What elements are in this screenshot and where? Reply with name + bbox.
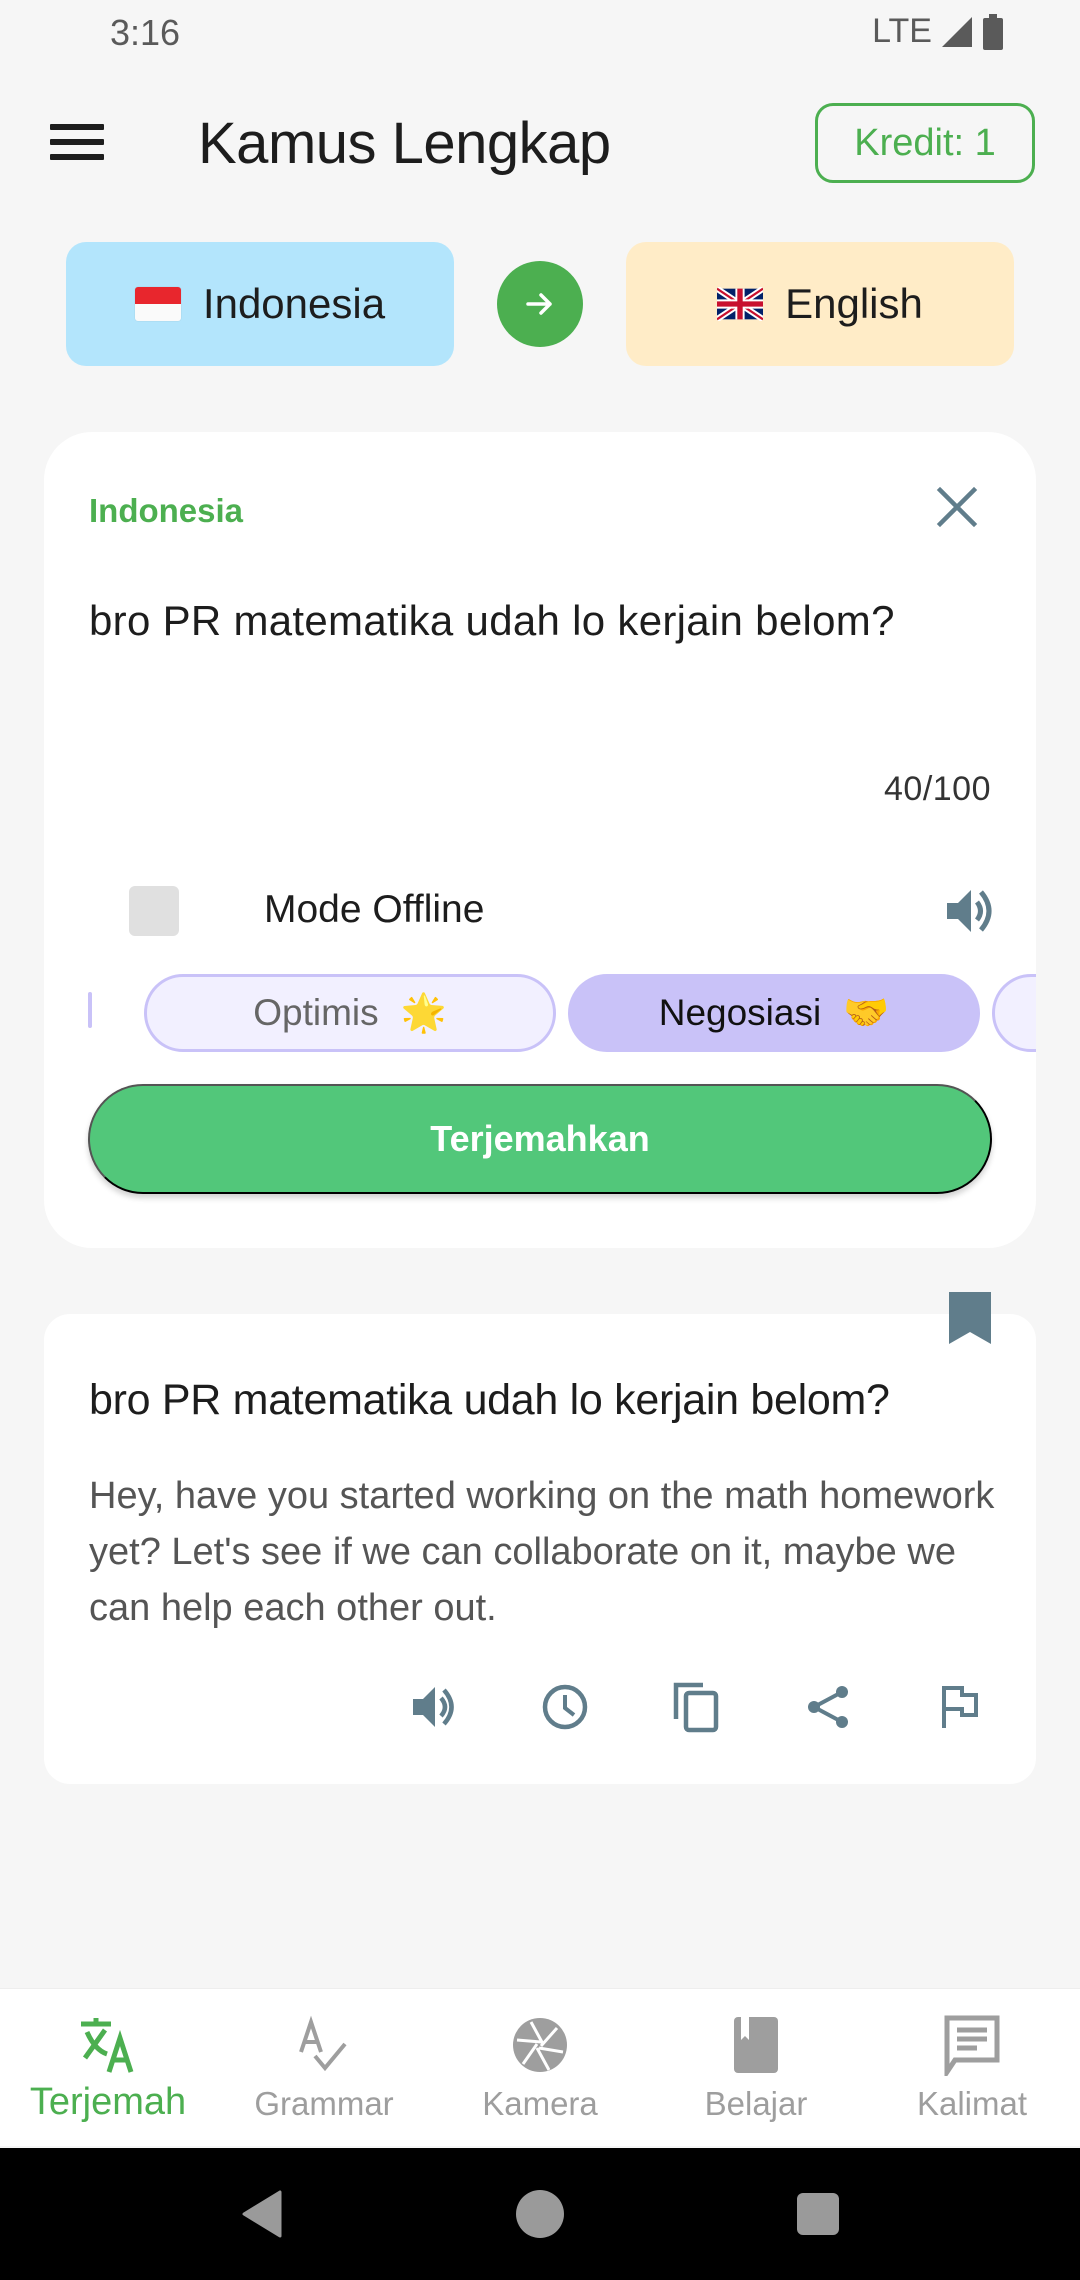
translate-button[interactable]: Terjemahkan xyxy=(88,1084,992,1194)
status-time: 3:16 xyxy=(110,12,181,53)
tone-chip-row: Optimis 🌟 Negosiasi 🤝 xyxy=(88,970,1036,1054)
nav-item-terjemah[interactable]: Terjemah xyxy=(0,1989,216,2147)
speaker-icon[interactable] xyxy=(941,882,999,940)
nav-label: Grammar xyxy=(254,2085,394,2122)
offline-mode-row: Mode Offline xyxy=(129,880,1009,940)
home-circle-icon xyxy=(516,2190,564,2238)
source-language-heading: Indonesia xyxy=(89,492,244,529)
language-selector: Indonesia English xyxy=(0,242,1080,366)
source-language-label: Indonesia xyxy=(202,280,386,327)
speaker-icon[interactable] xyxy=(406,1679,462,1735)
indonesia-flag-icon xyxy=(134,287,181,321)
history-icon[interactable] xyxy=(537,1679,593,1735)
share-icon[interactable] xyxy=(801,1679,857,1735)
copy-icon[interactable] xyxy=(669,1679,725,1735)
nav-label: Belajar xyxy=(704,2085,808,2122)
close-icon[interactable] xyxy=(934,484,980,530)
tone-chip-negosiasi[interactable]: Negosiasi 🤝 xyxy=(568,974,980,1052)
spellcheck-icon xyxy=(292,2013,356,2077)
system-navigation-bar xyxy=(0,2148,1080,2280)
result-source-text: bro PR matematika udah lo kerjain belom? xyxy=(89,1376,890,1424)
nav-item-belajar[interactable]: Belajar xyxy=(648,1989,864,2147)
arrow-right-icon xyxy=(526,293,552,315)
nav-label: Kamera xyxy=(482,2085,598,2122)
result-card: bro PR matematika udah lo kerjain belom?… xyxy=(44,1292,1036,1784)
back-button[interactable] xyxy=(202,2148,322,2280)
input-card: Indonesia bro PR matematika udah lo kerj… xyxy=(44,432,1036,1248)
source-language-button[interactable]: Indonesia xyxy=(66,242,454,366)
recents-button[interactable] xyxy=(758,2148,878,2280)
uk-flag-icon xyxy=(717,287,764,321)
translate-icon xyxy=(76,2013,140,2077)
result-translated-text: Hey, have you started working on the mat… xyxy=(89,1475,995,1629)
home-button[interactable] xyxy=(480,2148,600,2280)
tone-chip-optimis[interactable]: Optimis 🌟 xyxy=(144,974,556,1052)
nav-item-grammar[interactable]: Grammar xyxy=(216,1989,432,2147)
chip-label: Optimis xyxy=(253,992,379,1033)
flag-report-icon[interactable] xyxy=(932,1679,988,1735)
nav-item-kamera[interactable]: Kamera xyxy=(432,1989,648,2147)
book-icon xyxy=(724,2013,788,2077)
app-bar: Kamus Lengkap Kredit: 1 xyxy=(0,90,1080,200)
source-text-input[interactable]: bro PR matematika udah lo kerjain belom? xyxy=(89,597,895,645)
network-type: LTE xyxy=(872,12,932,50)
offline-mode-checkbox[interactable] xyxy=(129,886,179,936)
chip-label: Negosiasi xyxy=(658,992,822,1033)
status-bar: 3:16 LTE xyxy=(0,0,1080,66)
offline-mode-label: Mode Offline xyxy=(264,888,485,931)
back-triangle-icon xyxy=(242,2190,282,2238)
handshake-icon: 🤝 xyxy=(843,991,890,1033)
swap-language-button[interactable] xyxy=(497,261,583,347)
signal-icon xyxy=(942,16,972,47)
character-counter: 40/100 xyxy=(884,770,991,808)
camera-shutter-icon xyxy=(508,2013,572,2077)
recents-square-icon xyxy=(797,2193,839,2235)
result-actions xyxy=(44,1679,1036,1739)
status-icons: LTE xyxy=(872,12,1004,51)
target-language-button[interactable]: English xyxy=(626,242,1014,366)
credit-button[interactable]: Kredit: 1 xyxy=(815,103,1035,183)
bottom-navigation: Terjemah Grammar Kamera Belajar Kalimat xyxy=(0,1988,1080,2146)
chip-previous-edge[interactable] xyxy=(88,992,92,1028)
glowing-star-icon: 🌟 xyxy=(400,991,447,1033)
target-language-label: English xyxy=(785,280,923,327)
nav-item-kalimat[interactable]: Kalimat xyxy=(864,1989,1080,2147)
battery-icon xyxy=(983,13,1003,50)
app-title: Kamus Lengkap xyxy=(198,111,611,176)
hamburger-menu-icon[interactable] xyxy=(50,124,104,166)
bookmark-icon[interactable] xyxy=(949,1292,991,1344)
nav-label: Terjemah xyxy=(29,2081,187,2123)
chat-bubble-icon xyxy=(940,2013,1004,2077)
tone-chip-next[interactable] xyxy=(992,974,1036,1052)
nav-label: Kalimat xyxy=(916,2085,1028,2122)
